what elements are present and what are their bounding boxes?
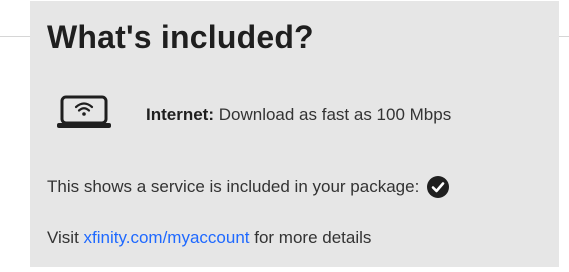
included-note-text: This shows a service is included in your… [47, 177, 420, 196]
visit-suffix: for more details [254, 228, 372, 247]
divider-left [0, 36, 30, 37]
feature-internet: Internet: Download as fast as 100 Mbps [56, 89, 536, 135]
feature-description: Download as fast as 100 Mbps [218, 105, 452, 124]
whats-included-card: What's included? Internet: Download as f… [30, 1, 559, 267]
visit-prefix: Visit [47, 228, 79, 247]
feature-text: Internet: Download as fast as 100 Mbps [146, 105, 451, 125]
visit-line: Visit xfinity.com/myaccount for more det… [47, 228, 371, 248]
included-note: This shows a service is included in your… [47, 176, 450, 198]
check-circle-icon [427, 176, 450, 198]
myaccount-link[interactable]: xfinity.com/myaccount [84, 228, 250, 247]
laptop-wifi-icon [57, 95, 111, 128]
divider-right [559, 36, 569, 37]
feature-label: Internet: [146, 105, 214, 124]
card-title: What's included? [47, 19, 314, 55]
